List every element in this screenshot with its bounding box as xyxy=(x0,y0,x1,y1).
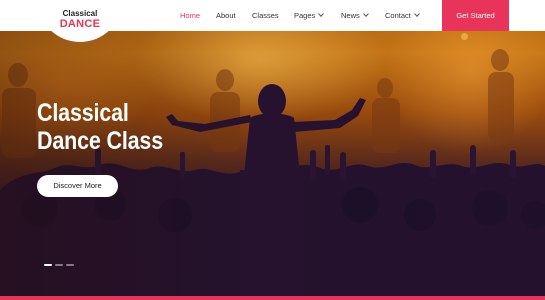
accent-bar xyxy=(0,296,545,300)
hero-title-line1: Classical xyxy=(37,99,129,127)
nav-label-home: Home xyxy=(180,11,201,20)
nav-label-about: About xyxy=(216,11,236,20)
get-started-button[interactable]: Get Started xyxy=(442,0,509,31)
nav-label-pages: Pages xyxy=(294,11,316,20)
hero-title-line2: Dance Class xyxy=(37,127,163,155)
hero-title: Classical Dance Class xyxy=(37,99,163,155)
discover-more-button[interactable]: Discover More xyxy=(37,175,118,197)
nav-label-classes: Classes xyxy=(252,11,279,20)
nav-item-pages[interactable]: Pages xyxy=(294,11,325,20)
page: Home About Classes Pages News Contact Ge… xyxy=(0,0,545,300)
chevron-down-icon xyxy=(414,11,420,17)
chevron-down-icon xyxy=(318,11,325,17)
nav-label-contact: Contact xyxy=(385,11,411,20)
nav-label-news: News xyxy=(341,11,360,20)
nav-item-about[interactable]: About xyxy=(216,11,236,20)
nav-item-news[interactable]: News xyxy=(341,11,369,20)
logo-text-dance: DANCE xyxy=(59,18,101,30)
slider-dot-1[interactable] xyxy=(44,264,52,266)
nav-item-classes[interactable]: Classes xyxy=(252,11,279,20)
chevron-down-icon xyxy=(362,11,369,17)
slider-dot-3[interactable] xyxy=(66,264,74,266)
slider-dot-2[interactable] xyxy=(55,264,63,266)
logo-text-classical: Classical xyxy=(62,9,98,18)
nav-item-home[interactable]: Home xyxy=(180,11,200,20)
nav-item-contact[interactable]: Contact xyxy=(385,11,420,20)
